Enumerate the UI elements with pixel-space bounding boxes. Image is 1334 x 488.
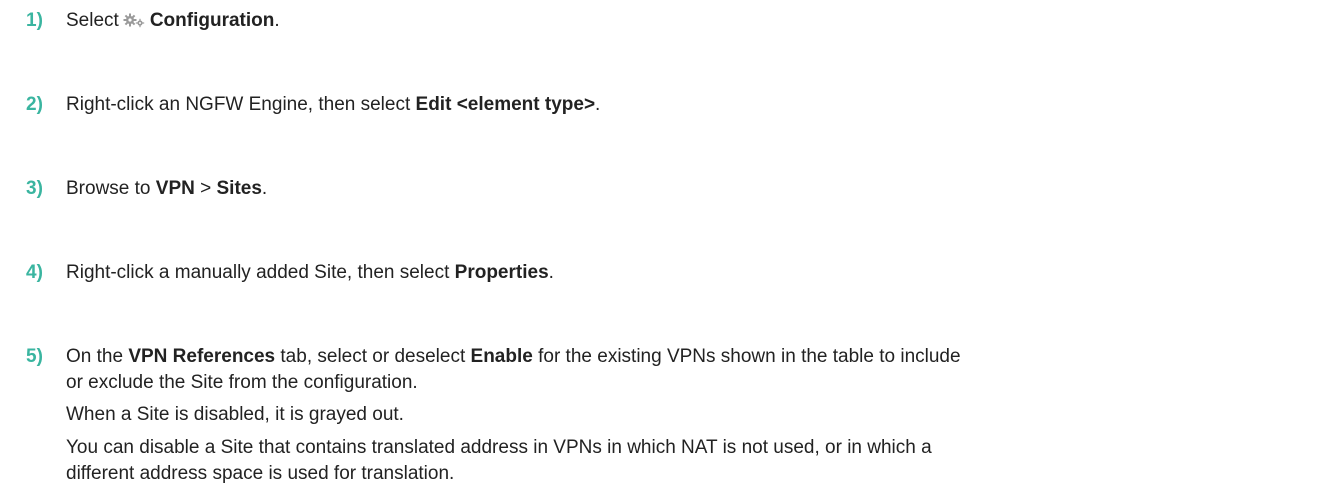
step-text-bold: Edit <element type> <box>415 94 596 115</box>
step-number: 3) <box>26 178 43 199</box>
step-text-bold-enable: Enable <box>470 346 533 367</box>
step-text-bold-vpn-references: VPN References <box>128 346 276 367</box>
step-text-separator: > <box>194 178 217 199</box>
step-text-pre: Browse to <box>66 178 156 199</box>
step-text-pre: Right-click a manually added Site, then … <box>66 262 455 283</box>
step-text-pre: Right-click an NGFW Engine, then select <box>66 94 416 115</box>
step-text-pre: On the <box>66 346 129 367</box>
step-text-pre: Select <box>66 10 119 31</box>
step-number: 1) <box>26 10 43 31</box>
step-text: Select Configuration. <box>66 7 1316 37</box>
step-text-bold-sites: Sites <box>216 178 262 199</box>
step-number: 2) <box>26 94 43 115</box>
step-text-mid: tab, select or deselect <box>275 346 471 367</box>
step-text-line-2: or exclude the Site from the configurati… <box>66 372 418 393</box>
step-text-post: . <box>595 94 601 115</box>
step-text: Right-click a manually added Site, then … <box>66 259 1316 287</box>
step-number: 5) <box>26 346 43 367</box>
step-text-bold: Configuration <box>149 10 275 31</box>
step-text-post: for the existing VPNs shown in the table… <box>532 346 961 367</box>
step-text-post: . <box>548 262 554 283</box>
step-text-bold-vpn: VPN <box>155 178 195 199</box>
step-text: Browse to VPN > Sites. <box>66 175 1316 203</box>
step-text: Right-click an NGFW Engine, then select … <box>66 91 1316 119</box>
step-text-bold: Properties <box>454 262 549 283</box>
step-text-post: . <box>261 178 268 199</box>
step-note-disabled: When a Site is disabled, it is grayed ou… <box>66 404 404 425</box>
step-number: 4) <box>26 262 43 283</box>
step-text-line-1: On the VPN References tab, select or des… <box>66 343 1316 371</box>
step-note-nat-line-1: You can disable a Site that contains tra… <box>66 437 932 458</box>
step-text-post: . <box>274 10 280 31</box>
configuration-gear-icon <box>123 9 147 37</box>
step-note-nat-line-2: different address space is used for tran… <box>66 463 455 484</box>
